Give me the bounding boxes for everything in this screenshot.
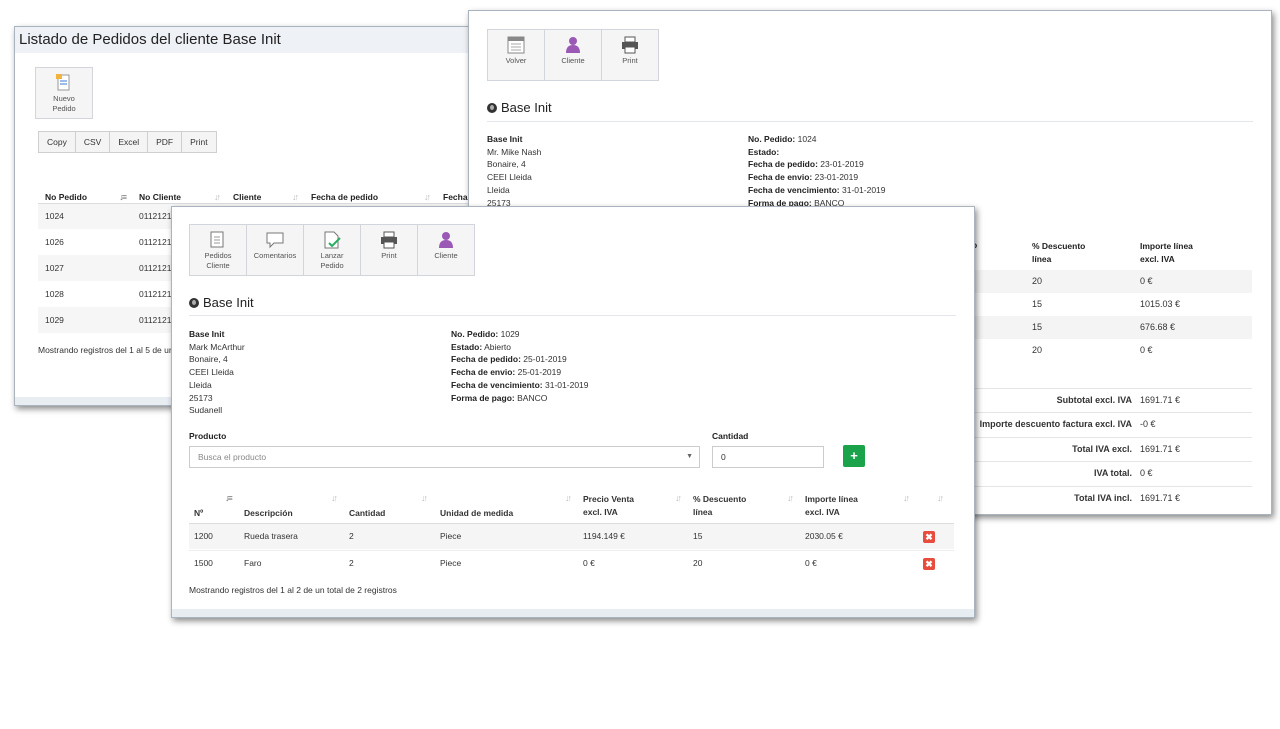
globe-icon <box>487 103 497 113</box>
col-price[interactable]: Precio Venta excl. IVA <box>583 493 634 519</box>
col-no-pedido[interactable]: No Pedido ↓≡ <box>38 179 132 203</box>
table-row[interactable]: 1500 Faro 2 Piece 0 € 20 0 € ✖ <box>189 550 954 576</box>
new-order-label-1: Nuevo <box>53 94 75 103</box>
new-document-icon <box>56 74 70 91</box>
table-row[interactable]: 1200 Rueda trasera 2 Piece 1194.149 € 15… <box>189 524 954 549</box>
order-detail-window-1029: Pedidos Cliente Comentarios Lanzar Pedido … <box>171 206 975 618</box>
sort-icon[interactable]: ↓↑ <box>937 493 944 503</box>
col-discount: % Descuento línea <box>1032 241 1086 264</box>
product-label: Producto <box>189 431 227 441</box>
col-discount[interactable]: % Descuento línea <box>693 493 746 519</box>
comments-button[interactable]: Comentarios <box>246 224 304 276</box>
totals-table: Subtotal excl. IVA 1691.71 € Importe desc… <box>969 388 1252 510</box>
col-no-cliente[interactable]: No Cliente ↓↑ <box>132 179 226 203</box>
sort-icon[interactable]: ↓↑ <box>421 493 428 503</box>
col-import[interactable]: Importe línea excl. IVA <box>805 493 858 519</box>
client-orders-button[interactable]: Pedidos Cliente <box>189 224 247 276</box>
documents-icon <box>210 231 224 248</box>
delete-icon[interactable]: ✖ <box>923 558 935 570</box>
sort-icon[interactable]: ↓↑ <box>675 493 682 503</box>
qty-label: Cantidad <box>712 431 749 441</box>
col-unit[interactable]: Unidad de medida <box>440 508 513 518</box>
section-heading: Base Init <box>189 295 254 310</box>
copy-button[interactable]: Copy <box>38 131 76 153</box>
csv-button[interactable]: CSV <box>74 131 111 153</box>
printer-icon <box>622 36 638 54</box>
pdf-button[interactable]: PDF <box>147 131 183 153</box>
print-order-button[interactable]: Print <box>360 224 418 276</box>
document-check-icon <box>324 231 341 249</box>
print-order-button[interactable]: Print <box>601 29 659 81</box>
col-n[interactable]: Nº <box>194 508 203 518</box>
table-footer: Mostrando registros del 1 al 2 de un tot… <box>189 585 397 595</box>
client-address: Base Init Mr. Mike Nash Bonaire, 4 CEEI … <box>487 134 542 208</box>
col-fecha-pedido[interactable]: Fecha de pedido ↓↑ <box>304 179 436 203</box>
back-button[interactable]: Volver <box>487 29 545 81</box>
launch-order-button[interactable]: Lanzar Pedido <box>303 224 361 276</box>
order-fields: No. Pedido: 1029 Estado: Abierto Fecha d… <box>451 329 589 403</box>
lines-header: Nº ↓≡ Descripción ↓↑ Cantidad ↓↑ Unidad … <box>189 487 954 524</box>
excel-button[interactable]: Excel <box>109 131 149 153</box>
user-icon <box>566 37 580 53</box>
sort-icon[interactable]: ↓↑ <box>787 493 794 503</box>
client-address: Base Init Mark McArthur Bonaire, 4 CEEI … <box>189 329 245 416</box>
new-order-label-2: Pedido <box>52 104 76 113</box>
user-icon <box>439 232 453 248</box>
export-toolbar: Copy CSV Excel PDF Print <box>38 131 217 153</box>
printer-icon <box>381 231 397 249</box>
globe-icon <box>189 298 199 308</box>
sort-icon[interactable]: ↓↑ <box>903 493 910 503</box>
new-order-button[interactable]: Nuevo Pedido <box>35 67 93 119</box>
table-footer: Mostrando registros del 1 al 5 de un t <box>38 345 179 355</box>
qty-input[interactable]: 0 <box>712 446 824 468</box>
speech-bubble-icon <box>266 232 284 249</box>
client-button[interactable]: Cliente <box>544 29 602 81</box>
add-product-button[interactable]: + <box>843 445 865 467</box>
order-fields: No. Pedido: 1024 Estado: Fecha de pedido… <box>748 134 886 208</box>
sort-icon[interactable]: ↓↑ <box>331 493 338 503</box>
delete-icon[interactable]: ✖ <box>923 531 935 543</box>
table-row: 20 0 € <box>969 270 1252 293</box>
chevron-down-icon: ▼ <box>686 453 693 460</box>
sort-icon[interactable]: ↓≡ <box>225 493 233 503</box>
section-heading: Base Init <box>487 100 552 115</box>
col-import: Importe línea excl. IVA <box>1140 241 1193 264</box>
col-cliente[interactable]: Cliente ↓↑ <box>226 179 304 203</box>
page-title: Listado de Pedidos del cliente Base Init <box>15 27 525 53</box>
col-description[interactable]: Descripción <box>244 508 293 518</box>
table-row: 15 676.68 € <box>969 316 1252 339</box>
product-select[interactable]: Busca el producto ▼ <box>189 446 700 468</box>
client-button[interactable]: Cliente <box>417 224 475 276</box>
table-row: 20 0 € <box>1032 345 1153 355</box>
table-row: 15 1015.03 € <box>1032 299 1181 309</box>
print-button[interactable]: Print <box>181 131 217 153</box>
back-list-icon <box>507 36 525 54</box>
lines-table: 20 0 € 15 1015.03 € 15 676.68 € 20 0 € <box>969 270 1252 362</box>
col-quantity[interactable]: Cantidad <box>349 508 385 518</box>
sort-icon[interactable]: ↓↑ <box>565 493 572 503</box>
